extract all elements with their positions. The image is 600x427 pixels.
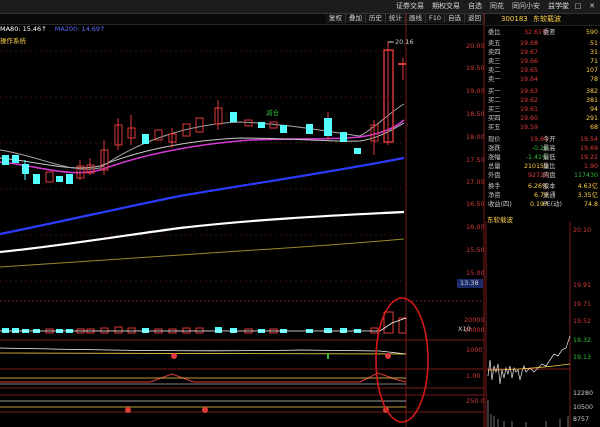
highlight-circle	[375, 297, 429, 423]
candle	[22, 164, 29, 174]
stat-row-eps: 收益(四) 0.197 PE(动) 74.8	[488, 201, 598, 208]
stock-name: 东软载波	[533, 15, 561, 23]
bid-row-3: 买三 19.61 94	[488, 106, 598, 113]
mini-volume-tick: 10500	[573, 404, 594, 411]
candle	[306, 124, 313, 134]
ask-row-5: 卖五 19.68 51	[488, 40, 598, 47]
signal-dot	[125, 407, 131, 413]
price-tick: 19.50	[466, 64, 485, 72]
price-grid	[0, 50, 406, 282]
candle	[45, 171, 54, 183]
quote-ratio-row: 委比 32.61% 委差 590	[485, 28, 600, 37]
mini-price-line	[487, 335, 571, 385]
stat-row-change: 涨跌 -0.28 最高 19.69	[488, 145, 598, 152]
ratio-label: 委比	[488, 29, 501, 36]
candle	[195, 117, 204, 133]
mini-price-tick: 20.10	[573, 227, 592, 234]
volume-unit: X10	[458, 325, 471, 333]
mini-price-tick: 19.91	[573, 282, 592, 289]
price-tick: 15.50	[466, 246, 485, 254]
mini-price-tick: 19.71	[573, 301, 592, 308]
stat-row-outer: 外盘 92729 内盘 117430	[488, 172, 598, 179]
indicator-line-b	[0, 372, 407, 383]
candle	[56, 176, 63, 182]
long-ma-line	[0, 238, 405, 268]
candle	[258, 122, 265, 128]
bid-row-1: 买一 19.63 382	[488, 88, 598, 95]
volume-tick: 20000	[464, 316, 485, 324]
price-tick: 18.50	[466, 110, 485, 118]
indicator-b-tick: 1.00	[466, 372, 481, 380]
ask-row-2: 卖二 19.65 107	[488, 67, 598, 74]
indicator-line-a2	[0, 352, 407, 355]
price-tick: 15.00	[466, 269, 485, 277]
candle	[354, 148, 361, 154]
price-tick: 16.50	[466, 200, 485, 208]
ma200-line	[0, 156, 405, 236]
high-price-label: 20.16	[395, 38, 414, 46]
ratio-diff-label: 委差	[543, 29, 556, 36]
price-tick: 17.00	[466, 178, 485, 186]
candle	[230, 112, 237, 122]
stat-row-turnover: 换手 6.26% 股本 4.63亿	[488, 183, 598, 190]
candle	[33, 174, 40, 184]
ratio-diff-value: 590	[585, 29, 598, 36]
candles	[2, 42, 406, 184]
candle	[340, 132, 347, 142]
price-tick: 16.00	[466, 223, 485, 231]
mini-price-tick: 19.13	[573, 354, 592, 361]
ask-row-4: 卖四 19.67 31	[488, 49, 598, 56]
candle	[142, 134, 149, 144]
price-tick: 20.00	[466, 42, 485, 50]
ma80-line	[0, 210, 405, 254]
ask-row-1: 卖一 19.64 78	[488, 76, 598, 83]
mini-volume-tick: 8757	[573, 416, 590, 423]
indicator-a-tick: 1000	[466, 346, 483, 354]
signal-dot	[171, 353, 177, 359]
price-tick: 17.50	[466, 156, 485, 164]
ask-row-3: 卖三 19.66 71	[488, 58, 598, 65]
stat-row-volume: 总量 210159 量比 1.90	[488, 163, 598, 170]
signal-dot	[202, 407, 208, 413]
candle	[12, 155, 19, 163]
price-tick: 18.00	[466, 133, 485, 141]
quote-header: 300183 东软载波	[485, 14, 600, 26]
signal-dot	[385, 353, 391, 359]
stat-row-netasset: 净资 6.79 流通 3.35亿	[488, 192, 598, 199]
candle	[66, 174, 73, 184]
mini-price-tick: 19.32	[573, 337, 592, 344]
bid-row-5: 买五 19.59 68	[488, 124, 598, 131]
low-price-label: 13.38	[460, 279, 479, 287]
bid-row-4: 买四 19.60 291	[488, 115, 598, 122]
stat-row-price: 现价 19.63 今开 19.54	[488, 136, 598, 143]
stat-row-pct: 涨幅 -1.41% 最低 19.22	[488, 154, 598, 161]
stock-code: 300183	[501, 15, 528, 23]
mini-price-tick: 19.52	[573, 318, 592, 325]
volume-bars	[2, 311, 407, 334]
bid-row-2: 买二 19.62 381	[488, 97, 598, 104]
candle	[2, 155, 9, 165]
candle	[324, 118, 332, 136]
mini-chart-title: 东软载波	[487, 216, 513, 224]
reduce-position-label: 减仓	[266, 109, 279, 117]
mini-volume-tick: 12280	[573, 390, 594, 397]
candle	[280, 125, 287, 133]
price-tick: 19.00	[466, 87, 485, 95]
mini-volume-bars	[487, 400, 569, 427]
indicator-c-tick: 250.0	[466, 397, 485, 405]
